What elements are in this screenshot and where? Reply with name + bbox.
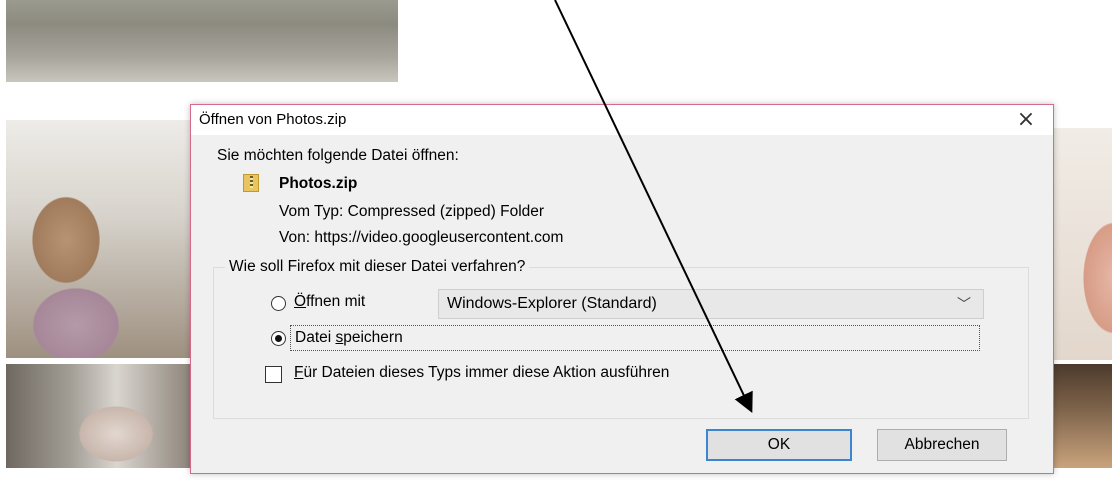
file-source: Von: https://video.googleusercontent.com <box>279 229 564 246</box>
save-file-radio[interactable] <box>271 331 286 346</box>
background-photo-person-left-lower <box>6 364 190 468</box>
dialog-titlebar[interactable]: Öffnen von Photos.zip × <box>191 105 1053 135</box>
action-group-label: Wie soll Firefox mit dieser Datei verfah… <box>225 258 530 276</box>
file-type: Vom Typ: Compressed (zipped) Folder <box>279 203 545 220</box>
ok-button[interactable]: OK <box>706 429 852 461</box>
dialog-prompt: Sie möchten folgende Datei öffnen: <box>217 147 459 164</box>
open-with-app-value: Windows-Explorer (Standard) <box>447 295 657 312</box>
background-photo-child-right <box>1054 128 1112 360</box>
zip-folder-icon <box>243 174 259 192</box>
file-name: Photos.zip <box>279 175 358 192</box>
background-photo-road <box>6 0 398 82</box>
close-icon[interactable]: × <box>1011 107 1041 133</box>
cancel-button[interactable]: Abbrechen <box>877 429 1007 461</box>
open-with-radio[interactable] <box>271 296 286 311</box>
background-photo-right-lower <box>1054 364 1112 468</box>
always-do-this-label[interactable]: Für Dateien dieses Typs immer diese Akti… <box>294 364 669 382</box>
open-file-dialog: Öffnen von Photos.zip × Sie möchten folg… <box>190 104 1054 474</box>
background-photo-person-left <box>6 120 190 358</box>
open-with-label[interactable]: Öffnen mit <box>294 293 365 311</box>
always-do-this-checkbox[interactable] <box>265 366 282 383</box>
open-with-app-select[interactable]: Windows-Explorer (Standard) ﹀ <box>438 289 984 319</box>
chevron-down-icon[interactable]: ﹀ <box>957 294 971 314</box>
save-file-label[interactable]: Datei speichern <box>295 329 403 347</box>
dialog-title: Öffnen von Photos.zip <box>199 111 347 128</box>
